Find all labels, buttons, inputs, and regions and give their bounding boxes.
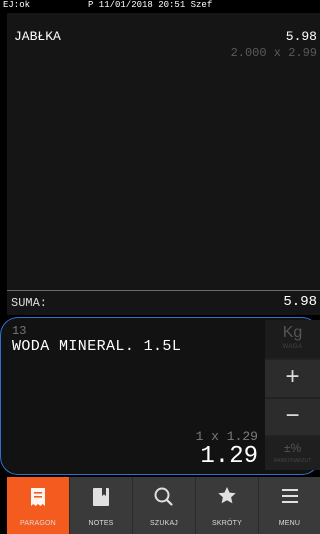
tab-szukaj[interactable]: SZUKAJ <box>133 477 195 534</box>
receipt-icon <box>31 488 45 506</box>
sum-value: 5.98 <box>283 294 317 310</box>
tab-label: SKRÓTY <box>212 520 242 527</box>
entry-code: 13 <box>12 324 27 338</box>
status-bar: EJ:ok P 11/01/2018 20:51 Szef <box>0 0 320 10</box>
weight-sub-label: WAGA <box>282 344 303 350</box>
search-icon <box>154 487 173 506</box>
minus-icon: − <box>285 402 300 429</box>
entry-qty: 1 x 1.29 <box>195 429 258 444</box>
tab-menu[interactable]: MENU <box>259 477 320 534</box>
notebook-icon <box>93 488 109 506</box>
tab-skroty[interactable]: SKRÓTY <box>196 477 258 534</box>
datetime-status: P 11/01/2018 20:51 Szef <box>88 0 213 10</box>
decrease-qty-button[interactable]: − <box>265 399 320 435</box>
receipt-item-name[interactable]: JABŁKA <box>14 29 61 44</box>
receipt-list[interactable]: JABŁKA 5.98 2.000 x 2.99 SUMA: 5.98 <box>7 13 320 315</box>
weight-label: Kg <box>282 324 303 341</box>
discount-label: ±% <box>283 441 302 455</box>
tab-label: NOTES <box>88 520 114 527</box>
sum-label: SUMA: <box>11 296 48 310</box>
tab-notes[interactable]: NOTES <box>70 477 132 534</box>
receipt-item-price: 5.98 <box>285 29 317 44</box>
receipt-item-qty: 2.000 x 2.99 <box>230 46 317 60</box>
entry-total: 1.29 <box>200 443 258 470</box>
ej-status: EJ:ok <box>3 0 31 10</box>
tab-paragon[interactable]: PARAGON <box>7 477 69 534</box>
discount-sub-label: RABAT/NARZUT <box>273 458 312 464</box>
star-icon <box>218 487 236 504</box>
plus-icon: + <box>285 363 300 390</box>
weight-button[interactable]: Kg WAGA <box>265 320 320 358</box>
increase-qty-button[interactable]: + <box>265 360 320 397</box>
tab-label: PARAGON <box>20 520 56 527</box>
tab-label: SZUKAJ <box>149 520 179 527</box>
menu-icon <box>282 489 298 503</box>
bottom-tab-bar: PARAGON NOTES SZUKAJ SKRÓTY MENU <box>7 477 320 534</box>
discount-button[interactable]: ±% RABAT/NARZUT <box>265 437 320 470</box>
entry-product-name: WODA MINERAL. 1.5L <box>12 338 182 355</box>
sum-divider <box>7 290 320 291</box>
tab-label: MENU <box>278 520 301 527</box>
entry-side-panel: Kg WAGA + − ±% RABAT/NARZUT <box>265 320 320 470</box>
